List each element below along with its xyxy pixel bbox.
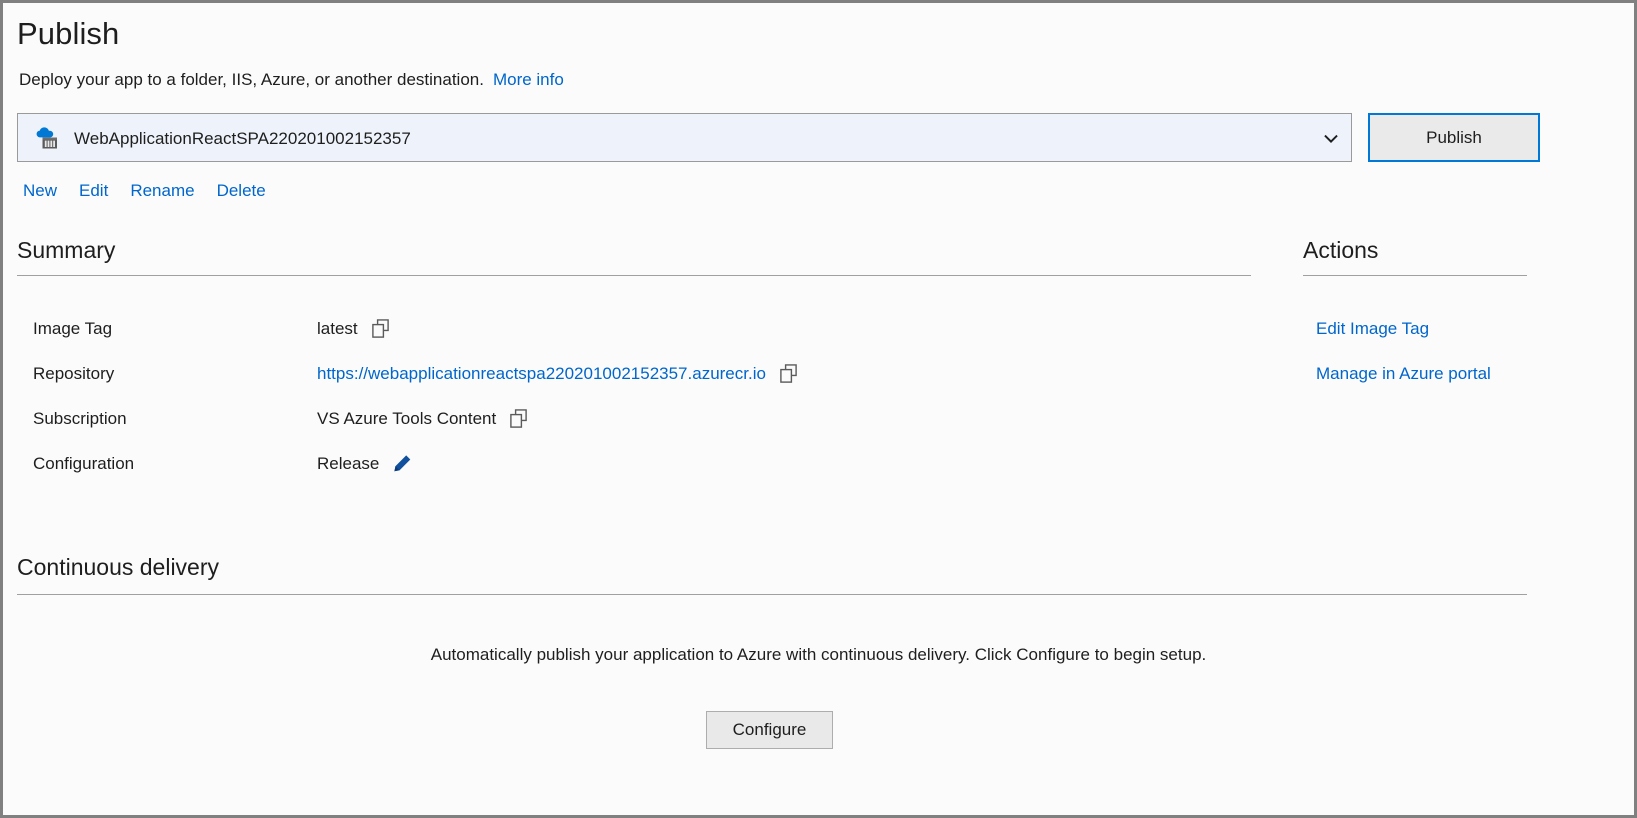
chevron-down-icon[interactable] (1323, 131, 1339, 147)
copy-icon[interactable] (510, 409, 528, 428)
publish-button[interactable]: Publish (1368, 113, 1540, 162)
summary-row-subscription: Subscription VS Azure Tools Content (33, 405, 1233, 450)
summary-row-image-tag: Image Tag latest (33, 315, 1233, 360)
summary-label: Configuration (33, 454, 135, 473)
edit-profile-link[interactable]: Edit (79, 181, 108, 200)
continuous-delivery-heading: Continuous delivery (17, 554, 220, 580)
page-subtitle: Deploy your app to a folder, IIS, Azure,… (19, 68, 564, 92)
delete-profile-link[interactable]: Delete (217, 181, 266, 200)
manage-in-azure-portal-action[interactable]: Manage in Azure portal (1316, 361, 1616, 386)
summary-value: Release (317, 454, 380, 473)
publish-page: Publish Deploy your app to a folder, IIS… (3, 3, 1634, 815)
summary-value-group: latest (317, 316, 389, 341)
publish-profile-name: WebApplicationReactSPA220201002152357 (74, 129, 411, 148)
copy-icon[interactable] (371, 319, 389, 338)
configure-button[interactable]: Configure (706, 711, 833, 749)
page-title: Publish (17, 16, 120, 51)
summary-value-group: Release (317, 451, 412, 476)
summary-label: Repository (33, 364, 115, 383)
copy-icon[interactable] (780, 364, 797, 383)
actions-list: Edit Image Tag Manage in Azure portal (1316, 316, 1616, 406)
summary-value: VS Azure Tools Content (317, 409, 497, 428)
summary-value-group: VS Azure Tools Content (317, 406, 528, 431)
page-subtitle-text: Deploy your app to a folder, IIS, Azure,… (19, 70, 484, 89)
repository-url-link[interactable]: https://webapplicationreactspa2202010021… (317, 361, 766, 386)
summary-label: Subscription (33, 409, 127, 428)
more-info-link[interactable]: More info (493, 70, 564, 89)
new-profile-link[interactable]: New (23, 181, 57, 200)
summary-heading: Summary (17, 237, 116, 263)
summary-divider (17, 275, 1251, 276)
summary-label: Image Tag (33, 319, 113, 338)
summary-row-configuration: Configuration Release (33, 450, 1233, 495)
edit-image-tag-action[interactable]: Edit Image Tag (1316, 316, 1616, 341)
actions-heading: Actions (1303, 237, 1379, 263)
actions-divider (1303, 275, 1527, 276)
publish-window: Publish Deploy your app to a folder, IIS… (0, 0, 1637, 818)
profile-action-links: New Edit Rename Delete (23, 179, 266, 203)
azure-container-registry-icon (34, 125, 61, 152)
pencil-icon[interactable] (393, 454, 412, 473)
rename-profile-link[interactable]: Rename (130, 181, 194, 200)
profile-selector-row: WebApplicationReactSPA220201002152357 Pu… (17, 113, 1540, 164)
continuous-delivery-divider (17, 594, 1527, 595)
summary-value: latest (317, 319, 358, 338)
continuous-delivery-description: Automatically publish your application t… (430, 645, 1207, 664)
summary-table: Image Tag latest Repository https://weba… (33, 315, 1233, 495)
summary-value-group: https://webapplicationreactspa2202010021… (317, 361, 797, 386)
summary-row-repository: Repository https://webapplicationreactsp… (33, 360, 1233, 405)
publish-profile-combobox[interactable]: WebApplicationReactSPA220201002152357 (17, 113, 1352, 162)
